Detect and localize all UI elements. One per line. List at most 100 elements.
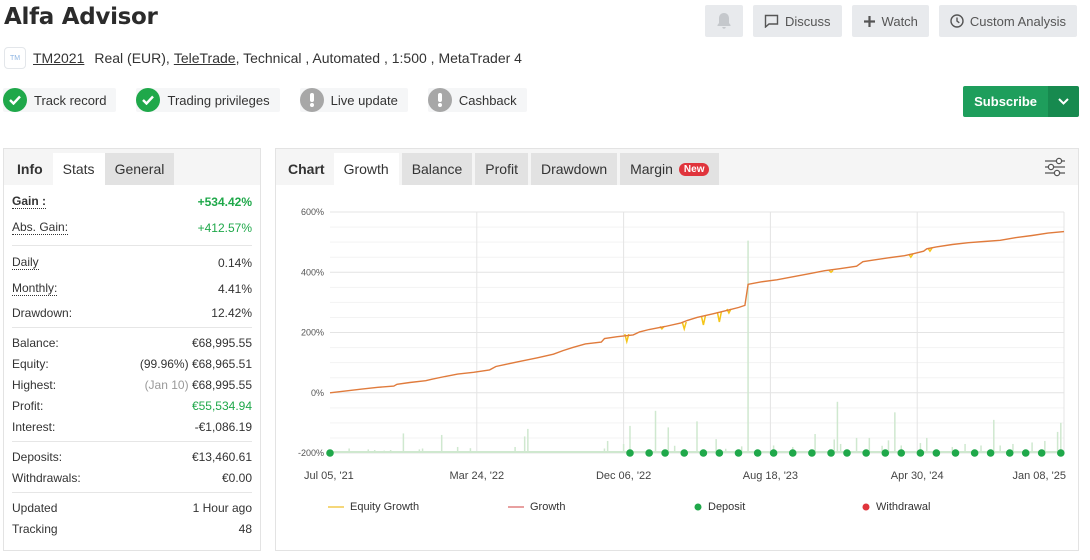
stat-updated: Updated 1 Hour ago (12, 497, 252, 518)
deposit-marker (715, 449, 724, 457)
tab-growth[interactable]: Growth (333, 153, 399, 185)
tab-stats[interactable]: Stats (52, 153, 105, 185)
chart-settings-icon[interactable] (1044, 157, 1066, 177)
stat-value[interactable]: 48 (239, 522, 252, 536)
x-tick-label: Dec 06, '22 (596, 470, 651, 482)
custom-analysis-button[interactable]: Custom Analysis (938, 5, 1077, 37)
deposit-marker (843, 449, 851, 457)
deposit-marker (951, 449, 960, 457)
tab-margin[interactable]: Margin New (620, 153, 720, 185)
bell-icon (717, 13, 731, 29)
deposit-marker (827, 449, 835, 457)
legend-dot-icon (694, 503, 702, 511)
check-circle-icon (136, 88, 161, 112)
stat-label: Tracking (12, 521, 58, 536)
stat-value: 1 Hour ago (192, 500, 252, 515)
tab-balance[interactable]: Balance (401, 153, 473, 185)
plus-icon (863, 15, 875, 27)
notification-button[interactable] (705, 5, 744, 37)
exclamation-circle-icon (299, 88, 324, 112)
legend-deposit[interactable]: Deposit (694, 501, 862, 513)
x-axis-ticks: Jul 05, '21 Mar 24, '22 Dec 06, '22 Aug 18,… (304, 470, 1066, 482)
legend-line-icon (328, 506, 344, 508)
watch-button[interactable]: Watch (851, 5, 929, 37)
stat-label: Withdrawals: (12, 470, 81, 485)
account-details: , Technical , Automated , 1:500 , MetaTr… (235, 50, 522, 66)
watch-label: Watch (881, 13, 918, 29)
custom-analysis-label: Custom Analysis (969, 13, 1066, 29)
badge-live-update[interactable]: Live update (299, 88, 408, 112)
tab-drawdown[interactable]: Drawdown (530, 153, 618, 185)
deposit-marker (326, 449, 334, 457)
chart-tabs: Chart Growth Balance Profit Drawdown Mar… (276, 149, 1078, 185)
growth-chart: 600% 400% 200% 0% -200% Jul 05, '21 Mar 24, '… (298, 207, 1066, 482)
deposit-marker (1021, 449, 1030, 457)
stats-group-balance: Balance: €68,995.55 Equity: (99.96%) €68… (12, 328, 252, 442)
stat-label: Deposits: (12, 449, 63, 464)
deposit-marker (753, 449, 762, 457)
stats-group-gain: Gain : +534.42% Abs. Gain: +412.57% (12, 185, 252, 246)
stats-group-funds: Deposits: €13,460.61 Withdrawals: €0.00 (12, 442, 252, 493)
stat-monthly: Monthly: 4.41% (12, 276, 252, 302)
stat-gain: Gain : +534.42% (12, 189, 252, 215)
stat-tracking: Tracking 48 (12, 518, 252, 539)
deposit-marker (734, 449, 743, 457)
stats-panel: Info Stats General Gain : +534.42% Abs. … (3, 148, 261, 551)
broker-logo: TM (4, 47, 26, 69)
deposit-marker (699, 449, 708, 457)
badge-label: Track record (34, 92, 107, 108)
legend-label: Deposit (708, 501, 746, 513)
account-name-link[interactable]: TM2021 (33, 50, 84, 66)
growth-line (329, 230, 1065, 394)
stat-label[interactable]: Gain : (12, 195, 47, 209)
stats-list: Gain : +534.42% Abs. Gain: +412.57% Dail… (4, 185, 260, 543)
badge-trading-privileges[interactable]: Trading privileges (136, 88, 280, 112)
account-type: Real (EUR), (94, 50, 170, 66)
chart-panel: Chart Growth Balance Profit Drawdown Mar… (275, 148, 1079, 551)
tab-info[interactable]: Info (8, 153, 53, 185)
subscribe-dropdown-button[interactable] (1048, 86, 1079, 117)
stats-group-rates: Daily 0.14% Monthly: 4.41% Drawdown: 12.… (12, 246, 252, 328)
legend-dot-icon (862, 503, 870, 511)
badge-track-record[interactable]: Track record (3, 88, 117, 112)
deposit-marker (1037, 449, 1046, 457)
legend-equity-growth[interactable]: Equity Growth (328, 501, 508, 513)
equity-dip (681, 321, 687, 332)
stat-deposits: Deposits: €13,460.61 (12, 446, 252, 467)
stat-value: €13,460.61 (191, 449, 252, 464)
tab-profit[interactable]: Profit (475, 153, 528, 185)
tab-margin-label: Margin (630, 161, 673, 177)
x-tick-label: Jan 08, '25 (1013, 470, 1066, 482)
stat-label[interactable]: Abs. Gain: (12, 221, 69, 235)
broker-link[interactable]: TeleTrade (174, 50, 236, 66)
legend-label: Withdrawal (876, 501, 931, 513)
stat-abs-gain: Abs. Gain: +412.57% (12, 215, 252, 241)
subscribe-button[interactable]: Subscribe (963, 86, 1048, 117)
badge-label: Trading privileges (167, 92, 270, 108)
deposit-marker (645, 449, 653, 457)
legend-growth[interactable]: Growth (508, 501, 694, 513)
page-title: Alfa Advisor (4, 4, 158, 30)
highest-date: (Jan 10) (144, 377, 189, 392)
stat-label: Interest: (12, 419, 56, 434)
stat-label: Balance: (12, 335, 59, 350)
clock-icon (950, 14, 964, 28)
stat-interest: Interest: -€1,086.19 (12, 416, 252, 437)
tab-general[interactable]: General (104, 153, 175, 185)
stat-label[interactable]: Daily (12, 256, 39, 270)
deposit-marker (932, 449, 941, 457)
stat-label[interactable]: Monthly: (12, 282, 58, 296)
stat-drawdown: Drawdown: 12.42% (12, 302, 252, 323)
deposit-marker (1005, 449, 1014, 457)
badge-cashback[interactable]: Cashback (427, 88, 527, 112)
legend-label: Equity Growth (350, 501, 420, 513)
legend-withdrawal[interactable]: Withdrawal (862, 501, 930, 513)
stat-label: Equity: (12, 356, 49, 371)
deposit-marker (986, 449, 995, 457)
top-actions: Discuss Watch Custom Analysis (705, 5, 1077, 37)
discuss-button[interactable]: Discuss (753, 5, 842, 37)
stat-daily: Daily 0.14% (12, 250, 252, 276)
deposit-marker (626, 449, 634, 457)
deposit-marker (788, 449, 797, 457)
deposit-marker (680, 449, 689, 457)
